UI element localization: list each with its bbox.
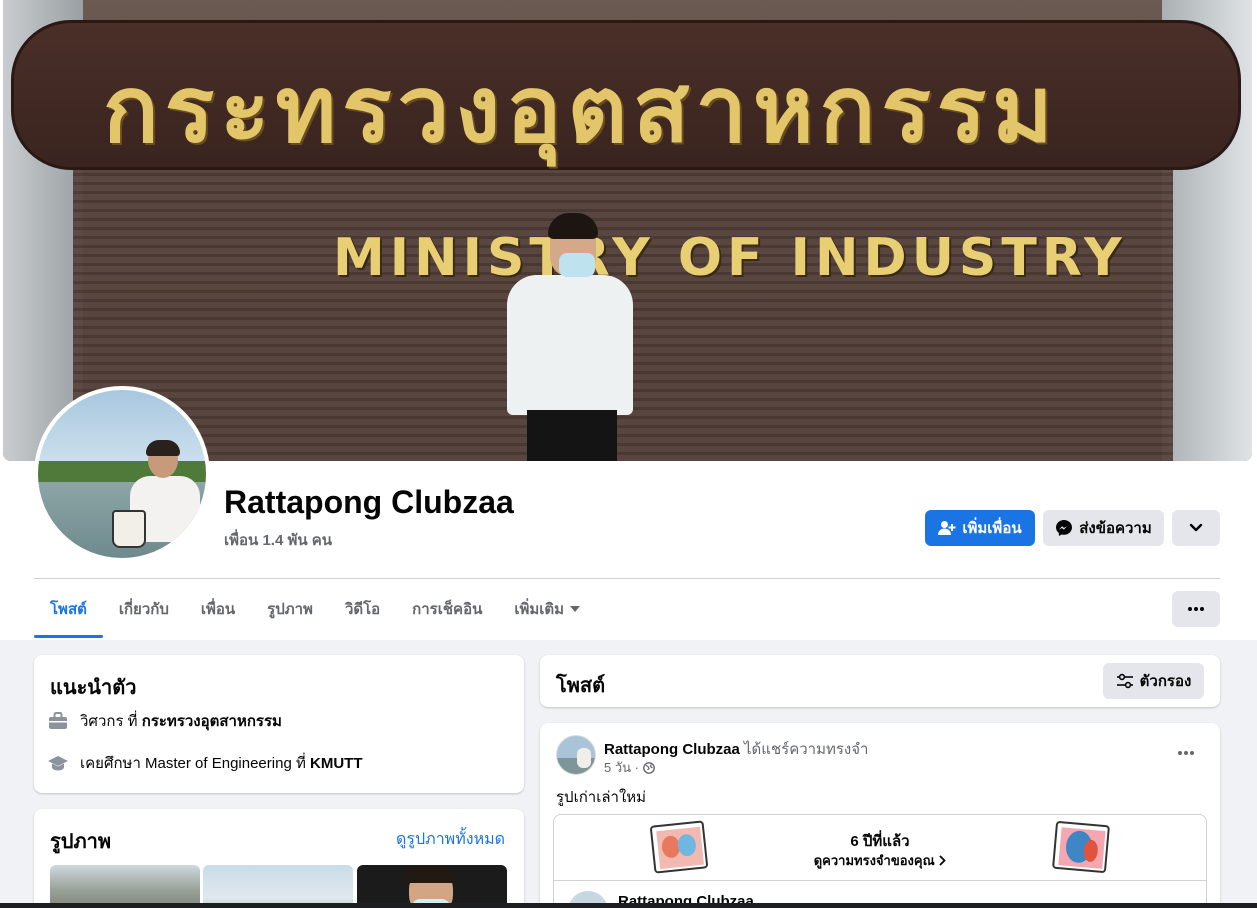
tab-label: วิดีโอ xyxy=(344,601,381,618)
posts-title: โพสต์ xyxy=(556,675,606,697)
globe-icon xyxy=(643,761,655,774)
memory-see-link[interactable]: ดูความทรงจำของคุณ xyxy=(554,850,1206,871)
photo-thumbnail[interactable] xyxy=(357,865,507,908)
more-dots-icon xyxy=(1178,751,1194,755)
intro-education-prefix: เคยศึกษา Master of Engineering ที่ xyxy=(80,755,306,772)
see-all-photos-link[interactable]: ดูรูปภาพทั้งหมด xyxy=(396,827,505,852)
memory-divider xyxy=(554,880,1206,881)
profile-more-button[interactable] xyxy=(1172,510,1220,546)
photo-thumbnail[interactable] xyxy=(203,865,353,908)
add-friend-label: เพิ่มเพื่อน xyxy=(962,520,1022,537)
profile-tabs: โพสต์ เกี่ยวกับ เพื่อน รูปภาพ วิดีโอ การ… xyxy=(34,580,596,638)
message-button[interactable]: ส่งข้อความ xyxy=(1043,510,1164,546)
intro-work-prefix: วิศวกร ที่ xyxy=(80,713,138,730)
chevron-down-icon xyxy=(1189,523,1203,532)
post-author-avatar[interactable] xyxy=(556,735,596,775)
tab-label: การเช็คอิน xyxy=(412,601,483,618)
tab-label: เพื่อน xyxy=(200,601,236,618)
intro-title: แนะนำตัว xyxy=(50,677,137,699)
tab-label: เพิ่มเติม xyxy=(514,601,565,618)
cover-sign-thai: กระทรวงอุตสาหกรรม xyxy=(103,55,1059,163)
briefcase-icon xyxy=(49,712,67,729)
post-text: รูปเก่าเล่าใหม่ xyxy=(556,789,647,806)
tab-label: โพสต์ xyxy=(50,601,87,618)
tab-label: เกี่ยวกับ xyxy=(118,601,169,618)
messenger-icon xyxy=(1056,520,1073,536)
cover-person xyxy=(505,213,635,461)
bottom-edge-bar xyxy=(0,903,1257,908)
intro-work-place[interactable]: กระทรวงอุตสาหกรรม xyxy=(142,713,282,730)
tab-checkins[interactable]: การเช็คอิน xyxy=(396,580,498,638)
filter-label: ตัวกรอง xyxy=(1139,673,1192,690)
photo-thumbnail[interactable] xyxy=(50,865,200,908)
tab-more[interactable]: เพิ่มเติม xyxy=(498,580,596,638)
profile-avatar[interactable] xyxy=(34,386,210,562)
posts-header-card: โพสต์ ตัวกรอง xyxy=(540,655,1220,707)
photos-card: รูปภาพ ดูรูปภาพทั้งหมด xyxy=(34,809,524,908)
intro-work: วิศวกร ที่ กระทรวงอุตสาหกรรม xyxy=(48,709,282,733)
memory-attachment[interactable]: 6 ปีที่แล้ว ดูความทรงจำของคุณ Rattapong … xyxy=(553,814,1207,908)
cover-sign-english: MINISTRY OF INDUSTRY xyxy=(333,228,1127,288)
more-dots-icon xyxy=(1188,607,1204,611)
tab-label: รูปภาพ xyxy=(267,601,313,618)
person-plus-icon xyxy=(938,521,956,535)
intro-education: เคยศึกษา Master of Engineering ที่ KMUTT xyxy=(48,751,363,775)
profile-header: กระทรวงอุตสาหกรรม MINISTRY OF INDUSTRY R… xyxy=(0,0,1257,640)
intro-card: แนะนำตัว วิศวกร ที่ กระทรวงอุตสาหกรรม เค… xyxy=(34,655,524,793)
friend-count[interactable]: เพื่อน 1.4 พัน คน xyxy=(224,528,332,552)
memory-see-label: ดูความทรงจำของคุณ xyxy=(813,853,935,868)
chevron-right-icon xyxy=(939,855,947,866)
filter-button[interactable]: ตัวกรอง xyxy=(1103,663,1204,699)
tab-videos[interactable]: วิดีโอ xyxy=(329,580,396,638)
caret-down-icon xyxy=(570,606,581,612)
add-friend-button[interactable]: เพิ่มเพื่อน xyxy=(925,510,1035,546)
sliders-icon xyxy=(1116,673,1133,689)
post-options-button[interactable] xyxy=(1166,735,1206,771)
tab-about[interactable]: เกี่ยวกับ xyxy=(103,580,185,638)
profile-name: Rattapong Clubzaa xyxy=(224,484,514,520)
graduation-cap-icon xyxy=(48,756,68,771)
post-author-name[interactable]: Rattapong Clubzaa xyxy=(604,741,740,758)
post-action: ได้แชร์ความทรงจำ xyxy=(744,741,869,758)
intro-education-place[interactable]: KMUTT xyxy=(310,755,363,772)
memory-illustration-right xyxy=(1052,820,1110,874)
header-divider xyxy=(34,578,1220,579)
message-label: ส่งข้อความ xyxy=(1079,520,1152,537)
post-card: Rattapong Clubzaa ได้แชร์ความทรงจำ 5 วัน… xyxy=(540,723,1220,908)
post-timestamp: 5 วัน · xyxy=(604,757,655,778)
post-time-label[interactable]: 5 วัน · xyxy=(604,757,639,778)
tab-friends[interactable]: เพื่อน xyxy=(185,580,251,638)
tabs-more-button[interactable] xyxy=(1172,591,1220,627)
photos-title: รูปภาพ xyxy=(50,831,112,853)
tab-photos[interactable]: รูปภาพ xyxy=(251,580,329,638)
tab-posts[interactable]: โพสต์ xyxy=(34,580,103,638)
